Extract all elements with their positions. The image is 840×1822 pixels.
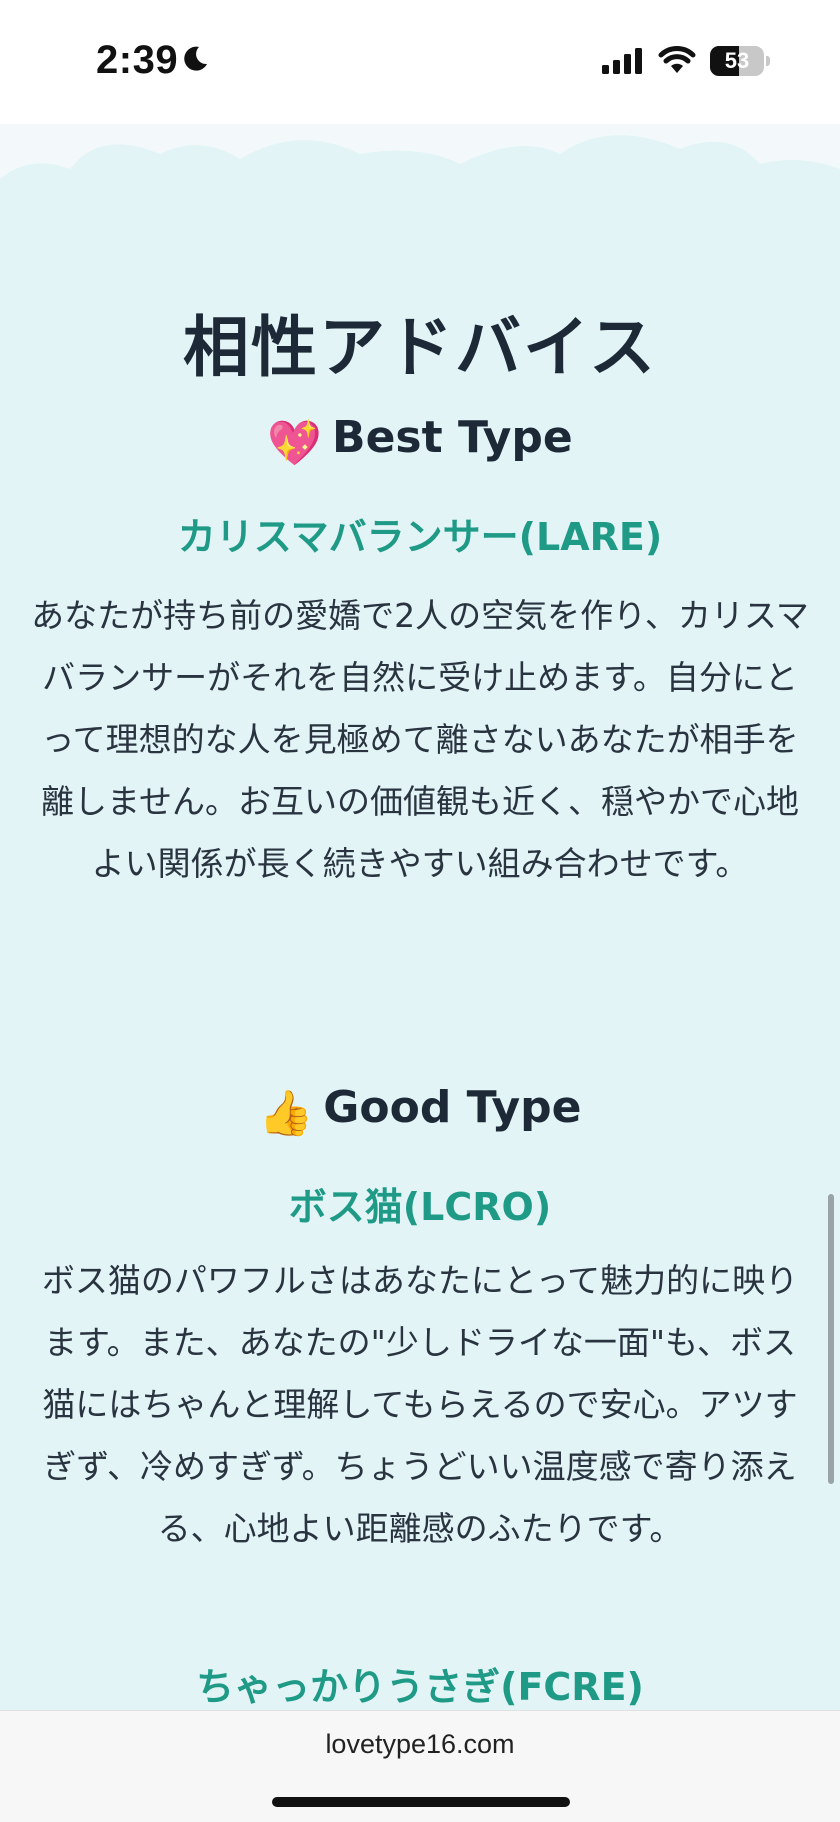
good-type-name: ボス猫(LCRO) (288, 1185, 552, 1229)
good-type-heading: 👍 Good Type (0, 1082, 840, 1139)
page-content[interactable]: 相性アドバイス 💖 Best Type カリスマバランサー(LARE) あなたが持… (0, 124, 840, 1710)
best-type-heading: 💖 Best Type (0, 412, 840, 469)
battery-percentage: 53 (724, 48, 750, 73)
moon-icon (184, 46, 207, 71)
status-time: 2:39 (96, 38, 179, 82)
best-type-description: あなたが持ち前の愛嬌で2人の空気を作り、カリスマバランサーがそれを自然に受け止め… (31, 596, 809, 883)
browser-bottom-bar: lovetype16.com (0, 1710, 840, 1822)
home-indicator[interactable] (272, 1797, 570, 1807)
address-bar-url[interactable]: lovetype16.com (0, 1729, 840, 1760)
wifi-icon (658, 46, 696, 73)
best-type-name: カリスマバランサー(LARE) (177, 515, 663, 559)
thumbs-up-icon: 👍 (258, 1088, 314, 1139)
cellular-signal-icon (602, 48, 642, 74)
sparkling-heart-icon: 💖 (267, 418, 323, 469)
cloud-decoration (0, 135, 840, 234)
battery-icon: 53 (710, 46, 770, 76)
page-title: 相性アドバイス (182, 309, 658, 386)
good-type-description: ボス猫のパワフルさはあなたにとって魅力的に映ります。また、あなたの"少しドライな… (41, 1261, 799, 1548)
good-type-name-2: ちゃっかりうさぎ(FCRE) (196, 1665, 644, 1709)
scrollbar[interactable] (828, 1194, 834, 1484)
good-type-label: Good Type (323, 1082, 582, 1133)
status-bar: 2:39 53 (0, 0, 840, 124)
best-type-label: Best Type (332, 412, 573, 463)
